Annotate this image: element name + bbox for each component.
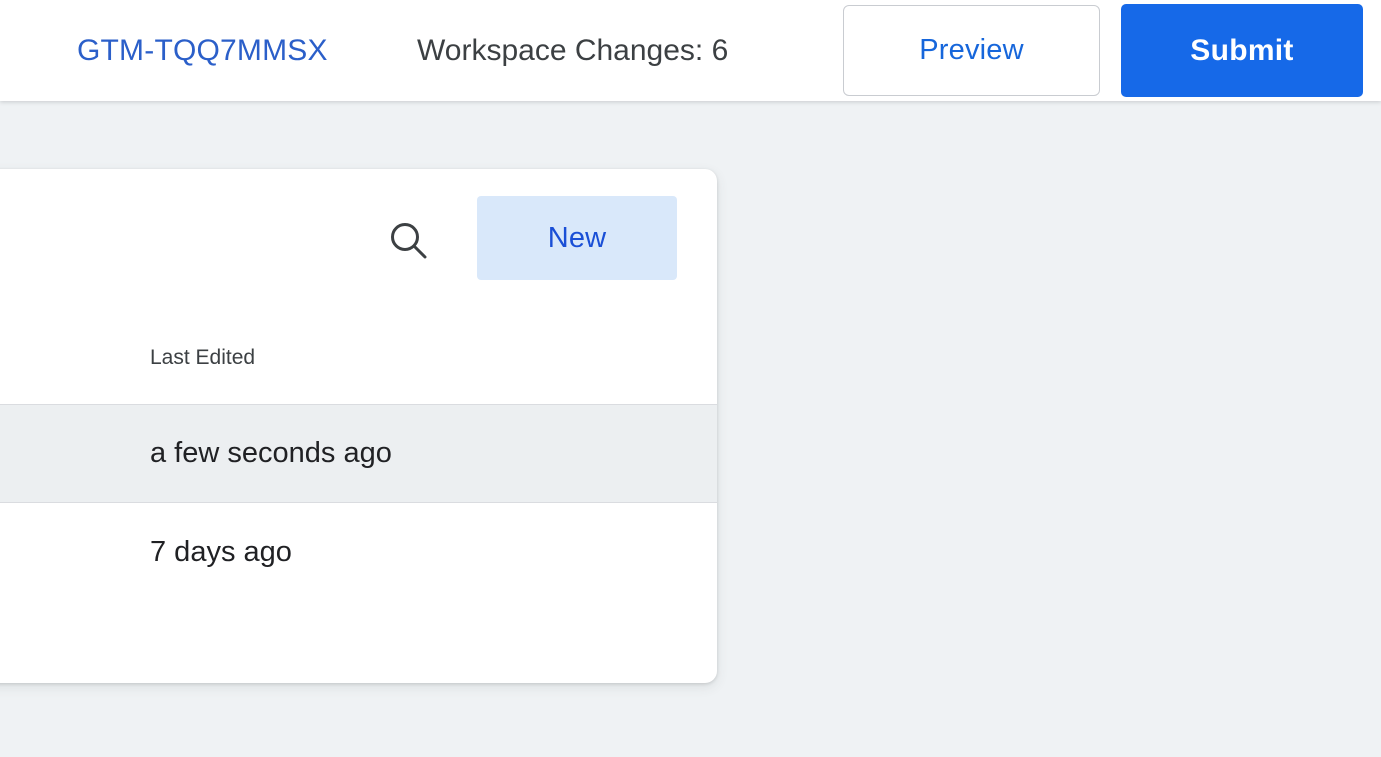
column-header-last-edited: Last Edited xyxy=(150,346,256,369)
workspaces-table: Last Edited a few seconds ago 7 days ago xyxy=(0,312,717,602)
workspace-panel-card: New Last Edited a few seconds ago 7 days… xyxy=(0,169,717,683)
table-row[interactable]: a few seconds ago xyxy=(0,404,717,503)
app-root: GTM-TQQ7MMSX Workspace Changes: 6 Previe… xyxy=(0,0,1381,757)
panel-toolbar: New xyxy=(0,169,717,312)
workspace-changes-label: Workspace Changes: 6 xyxy=(417,33,729,67)
content-area: New Last Edited a few seconds ago 7 days… xyxy=(0,101,1381,757)
container-id-link[interactable]: GTM-TQQ7MMSX xyxy=(77,34,328,68)
new-button[interactable]: New xyxy=(477,196,677,280)
table-header-row: Last Edited xyxy=(0,312,717,404)
cell-last-edited: 7 days ago xyxy=(150,536,292,568)
search-icon xyxy=(387,219,431,263)
cell-last-edited: a few seconds ago xyxy=(150,437,392,469)
submit-button[interactable]: Submit xyxy=(1121,4,1363,97)
search-button[interactable] xyxy=(385,217,433,265)
preview-button[interactable]: Preview xyxy=(843,5,1100,96)
table-row[interactable]: 7 days ago xyxy=(0,503,717,602)
top-header-bar: GTM-TQQ7MMSX Workspace Changes: 6 Previe… xyxy=(0,0,1381,101)
